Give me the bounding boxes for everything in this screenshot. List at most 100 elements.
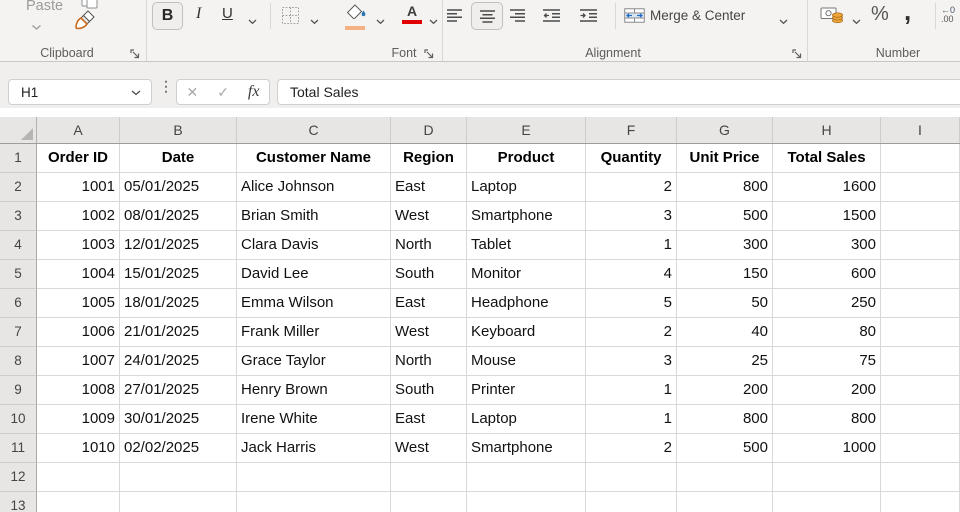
cell[interactable]: Jack Harris xyxy=(237,434,391,463)
cell[interactable]: 24/01/2025 xyxy=(120,347,237,376)
increase-decimal-icon[interactable]: ←0 .00 xyxy=(941,6,955,24)
row-header[interactable]: 2 xyxy=(0,173,37,202)
fill-color-dropdown-icon[interactable] xyxy=(376,12,385,30)
increase-indent-icon[interactable] xyxy=(580,9,598,27)
cell[interactable]: 500 xyxy=(677,202,773,231)
cell[interactable]: North xyxy=(391,347,467,376)
cell[interactable]: 3 xyxy=(586,202,677,231)
cell[interactable]: 27/01/2025 xyxy=(120,376,237,405)
accounting-format-icon[interactable] xyxy=(820,6,844,29)
cell[interactable] xyxy=(677,492,773,512)
cell[interactable]: 08/01/2025 xyxy=(120,202,237,231)
cell[interactable]: 1500 xyxy=(773,202,881,231)
cell[interactable]: Laptop xyxy=(467,173,586,202)
name-box-dropdown-icon[interactable] xyxy=(131,83,151,101)
cell[interactable]: 1006 xyxy=(37,318,120,347)
formula-input[interactable]: Total Sales xyxy=(277,79,960,105)
cell[interactable]: Keyboard xyxy=(467,318,586,347)
cell[interactable]: 600 xyxy=(773,260,881,289)
cell[interactable]: Region xyxy=(391,144,467,173)
clipboard-dialog-launcher-icon[interactable] xyxy=(130,47,142,59)
cell[interactable] xyxy=(881,463,960,492)
cell[interactable]: Product xyxy=(467,144,586,173)
cell[interactable] xyxy=(881,260,960,289)
row-header[interactable]: 7 xyxy=(0,318,37,347)
cell[interactable]: 300 xyxy=(677,231,773,260)
cell[interactable] xyxy=(37,463,120,492)
font-color-dropdown-icon[interactable] xyxy=(429,12,438,30)
cell[interactable]: 250 xyxy=(773,289,881,318)
cell[interactable]: Smartphone xyxy=(467,434,586,463)
cell[interactable]: Emma Wilson xyxy=(237,289,391,318)
comma-style-button[interactable]: , xyxy=(904,0,911,27)
cell[interactable]: Monitor xyxy=(467,260,586,289)
cell[interactable]: 1008 xyxy=(37,376,120,405)
cell[interactable]: 1010 xyxy=(37,434,120,463)
cell[interactable]: Grace Taylor xyxy=(237,347,391,376)
cell[interactable] xyxy=(881,289,960,318)
cell[interactable]: Quantity xyxy=(586,144,677,173)
cell[interactable]: 800 xyxy=(773,405,881,434)
name-box[interactable]: H1 xyxy=(8,79,152,105)
cell[interactable] xyxy=(391,463,467,492)
cell[interactable]: West xyxy=(391,434,467,463)
cell[interactable]: Smartphone xyxy=(467,202,586,231)
bold-button[interactable]: B xyxy=(152,2,183,30)
cell[interactable]: 500 xyxy=(677,434,773,463)
cell[interactable]: West xyxy=(391,318,467,347)
cell[interactable] xyxy=(37,492,120,512)
column-header[interactable]: A xyxy=(37,117,120,143)
cell[interactable]: East xyxy=(391,289,467,318)
cell[interactable] xyxy=(773,492,881,512)
cell[interactable]: East xyxy=(391,405,467,434)
cell[interactable]: East xyxy=(391,173,467,202)
formula-bar-options-icon[interactable]: ⋮ xyxy=(159,78,173,95)
cell[interactable] xyxy=(881,434,960,463)
cell[interactable] xyxy=(881,405,960,434)
enter-icon[interactable]: ✓ xyxy=(217,84,229,101)
cell[interactable]: 1600 xyxy=(773,173,881,202)
cell[interactable]: 800 xyxy=(677,405,773,434)
cell[interactable]: 25 xyxy=(677,347,773,376)
row-header[interactable]: 12 xyxy=(0,463,37,492)
cell[interactable]: Date xyxy=(120,144,237,173)
cell[interactable]: 1000 xyxy=(773,434,881,463)
cell[interactable]: 200 xyxy=(773,376,881,405)
cell[interactable] xyxy=(391,492,467,512)
cell[interactable]: South xyxy=(391,260,467,289)
cell[interactable]: 1002 xyxy=(37,202,120,231)
cell[interactable] xyxy=(237,463,391,492)
column-header[interactable]: F xyxy=(586,117,677,143)
align-center-button[interactable] xyxy=(471,2,503,30)
cancel-icon[interactable]: ✕ xyxy=(186,84,198,101)
row-header[interactable]: 5 xyxy=(0,260,37,289)
merge-center-button[interactable]: Merge & Center xyxy=(650,7,745,24)
cell[interactable] xyxy=(467,492,586,512)
paste-dropdown-icon[interactable] xyxy=(31,18,42,36)
merge-center-icon[interactable] xyxy=(624,8,645,28)
cell[interactable]: 2 xyxy=(586,318,677,347)
row-header[interactable]: 8 xyxy=(0,347,37,376)
row-header[interactable]: 4 xyxy=(0,231,37,260)
cell[interactable]: Irene White xyxy=(237,405,391,434)
cell[interactable]: 1 xyxy=(586,376,677,405)
cell[interactable]: 5 xyxy=(586,289,677,318)
cell[interactable]: Frank Miller xyxy=(237,318,391,347)
borders-icon[interactable] xyxy=(281,6,300,30)
cell[interactable] xyxy=(881,202,960,231)
cell[interactable]: Henry Brown xyxy=(237,376,391,405)
cell[interactable]: 1009 xyxy=(37,405,120,434)
borders-dropdown-icon[interactable] xyxy=(310,12,319,30)
cell[interactable]: South xyxy=(391,376,467,405)
insert-function-icon[interactable]: fx xyxy=(248,83,260,101)
format-painter-icon[interactable] xyxy=(74,10,98,37)
font-dialog-launcher-icon[interactable] xyxy=(424,47,436,59)
font-color-icon[interactable]: A xyxy=(402,4,422,24)
column-header[interactable]: H xyxy=(773,117,881,143)
cell[interactable] xyxy=(586,492,677,512)
column-header[interactable]: D xyxy=(391,117,467,143)
cell[interactable]: Headphone xyxy=(467,289,586,318)
cell[interactable]: 1003 xyxy=(37,231,120,260)
accounting-dropdown-icon[interactable] xyxy=(852,12,861,30)
cell[interactable]: 18/01/2025 xyxy=(120,289,237,318)
